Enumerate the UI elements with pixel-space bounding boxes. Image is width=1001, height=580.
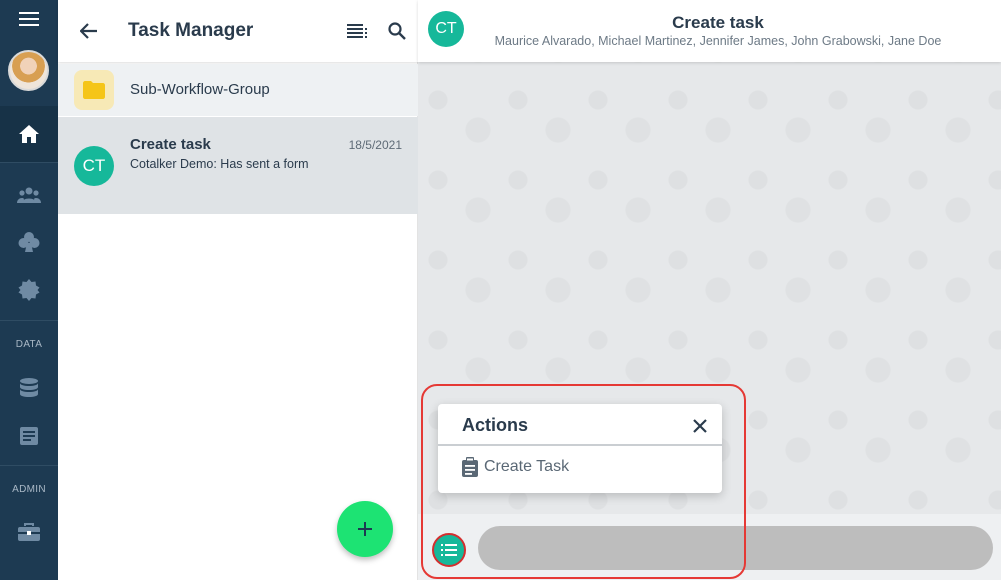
clipboard-icon: [462, 457, 478, 477]
user-avatar[interactable]: [8, 50, 49, 91]
task-date: 18/5/2021: [348, 138, 402, 152]
action-label: Create Task: [484, 458, 570, 475]
list-icon: [441, 544, 457, 556]
folder-icon: [74, 70, 114, 110]
action-create-task[interactable]: Create Task: [462, 454, 569, 480]
badge-icon[interactable]: [0, 278, 58, 302]
back-arrow-icon[interactable]: [76, 18, 102, 44]
task-last-message: Cotalker Demo: Has sent a form: [130, 157, 309, 171]
folder-label: Sub-Workflow-Group: [130, 81, 270, 98]
rail-divider: [0, 162, 58, 163]
panel-title: Task Manager: [128, 20, 254, 41]
rail-divider: [0, 465, 58, 466]
plus-icon: [358, 522, 372, 536]
task-title: Create task: [130, 136, 211, 153]
actions-title: Actions: [462, 415, 529, 435]
chat-area: CT Create task Maurice Alvarado, Michael…: [418, 0, 1001, 580]
task-avatar: CT: [74, 146, 114, 186]
search-icon[interactable]: [384, 18, 410, 44]
chat-title: Create task: [672, 13, 764, 32]
menu-icon[interactable]: [0, 8, 58, 30]
rail-divider: [0, 320, 58, 321]
database-icon[interactable]: [0, 376, 58, 400]
rail-section-data: DATA: [15, 339, 43, 350]
toolbox-icon[interactable]: [0, 520, 58, 544]
add-button[interactable]: [337, 501, 393, 557]
rail-section-admin: ADMIN: [12, 484, 46, 495]
actions-divider: [438, 444, 722, 446]
document-icon[interactable]: [0, 424, 58, 448]
folder-item[interactable]: Sub-Workflow-Group: [58, 64, 418, 116]
app-root: DATA ADMIN Task Manager Sub-Workflow-Gro…: [0, 0, 1001, 580]
actions-toggle-button[interactable]: [432, 533, 466, 567]
chat-members: Maurice Alvarado, Michael Martinez, Jenn…: [494, 34, 942, 48]
filter-list-icon[interactable]: [344, 18, 370, 44]
task-list-panel: Task Manager Sub-Workflow-Group CT Creat…: [58, 0, 418, 580]
club-icon[interactable]: [0, 230, 58, 254]
task-list-item[interactable]: CT Create task 18/5/2021 Cotalker Demo: …: [58, 117, 418, 214]
groups-icon[interactable]: [0, 184, 58, 206]
actions-popup: Actions Create Task: [438, 404, 722, 493]
left-rail: DATA ADMIN: [0, 0, 58, 580]
panel-header: Task Manager: [58, 0, 418, 62]
chat-header: CT Create task Maurice Alvarado, Michael…: [418, 0, 1001, 62]
home-icon[interactable]: [0, 120, 58, 148]
message-input[interactable]: [478, 526, 993, 570]
close-icon[interactable]: [688, 414, 712, 438]
message-bar: [418, 514, 1001, 580]
